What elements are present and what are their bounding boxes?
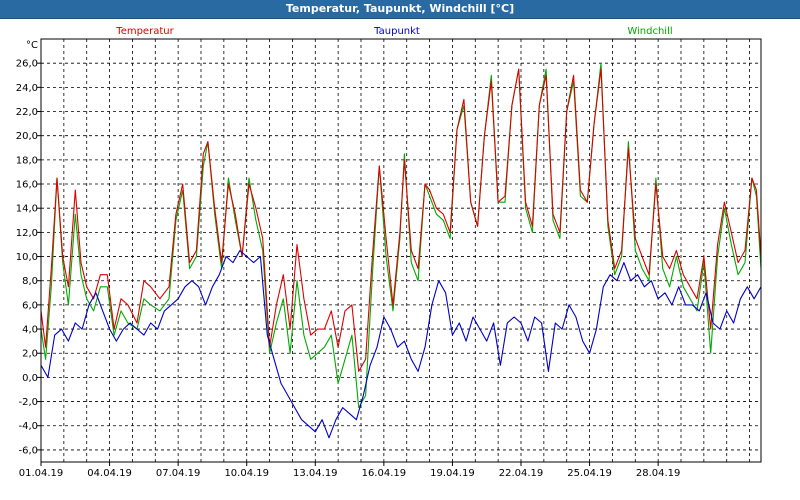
x-tick-label: 10.04.19 bbox=[224, 468, 269, 479]
y-tick-label: 6,0 bbox=[22, 300, 38, 311]
x-tick-label: 19.04.19 bbox=[430, 468, 475, 479]
y-tick-label: 12,0 bbox=[16, 228, 38, 239]
y-tick-label: 0,0 bbox=[22, 373, 38, 384]
legend-entry-taupunkt: Taupunkt bbox=[373, 26, 420, 37]
y-tick-label: -4,0 bbox=[18, 421, 38, 432]
y-tick-label: 10,0 bbox=[16, 252, 38, 263]
y-tick-label: 14,0 bbox=[16, 204, 38, 215]
legend-entry-temperatur: Temperatur bbox=[115, 26, 174, 37]
chart-background bbox=[0, 19, 800, 500]
x-tick-label: 25.04.19 bbox=[567, 468, 612, 479]
y-tick-label: -6,0 bbox=[18, 445, 38, 456]
title-bar: Temperatur, Taupunkt, Windchill [°C] bbox=[0, 0, 800, 19]
line-chart: -6,0 -4,0 -2,0 0,0 2,0 4,0 6,0 8,0 10,0 12,0 14,0 1… bbox=[0, 19, 800, 500]
x-tick-label: 16.04.19 bbox=[362, 468, 407, 479]
x-tick-label: 04.04.19 bbox=[87, 468, 132, 479]
y-tick-label: 8,0 bbox=[22, 276, 38, 287]
x-tick-label: 13.04.19 bbox=[293, 468, 338, 479]
x-tick-label: 01.04.19 bbox=[19, 468, 64, 479]
chart-title: Temperatur, Taupunkt, Windchill [°C] bbox=[285, 2, 515, 15]
y-tick-label: 24,0 bbox=[16, 83, 38, 94]
chart-window: Temperatur, Taupunkt, Windchill [°C] -6,… bbox=[0, 0, 800, 500]
legend-entry-windchill: Windchill bbox=[627, 26, 672, 37]
y-tick-label: 4,0 bbox=[22, 325, 38, 336]
y-tick-label: 26,0 bbox=[16, 59, 38, 70]
x-tick-label: 22.04.19 bbox=[499, 468, 544, 479]
x-tick-label: 07.04.19 bbox=[156, 468, 201, 479]
y-axis-unit: °C bbox=[26, 40, 38, 51]
y-tick-label: 18,0 bbox=[16, 155, 38, 166]
y-tick-label: 20,0 bbox=[16, 131, 38, 142]
y-tick-label: 16,0 bbox=[16, 180, 38, 191]
y-tick-label: -2,0 bbox=[18, 397, 38, 408]
x-tick-label: 28.04.19 bbox=[636, 468, 681, 479]
y-tick-label: 2,0 bbox=[22, 349, 38, 360]
y-tick-label: 22,0 bbox=[16, 107, 38, 118]
